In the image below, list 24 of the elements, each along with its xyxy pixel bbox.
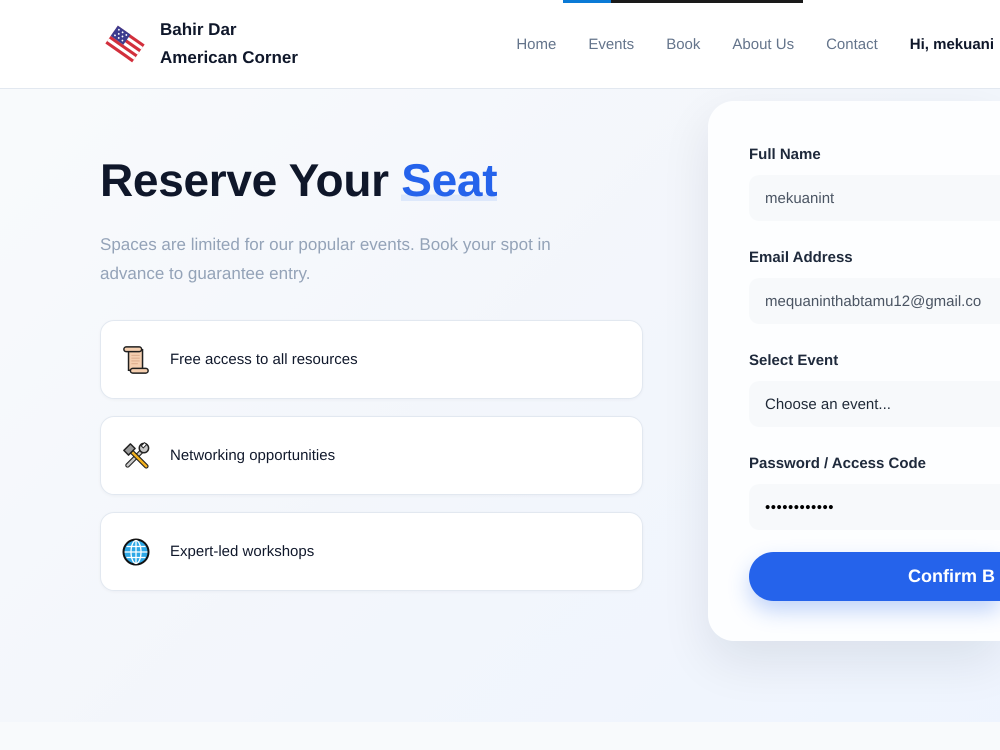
brand-name[interactable]: Bahir Dar American Corner [160,16,310,72]
feature-text: Expert-led workshops [170,543,314,560]
globe-icon [122,538,150,566]
nav-link[interactable]: Contact [826,36,878,52]
nav-link[interactable]: Events [588,36,634,52]
nav-link[interactable]: About Us [732,36,794,52]
field-label: Password / Access Code [749,454,928,474]
password-field[interactable]: •••••••••••• [749,484,1000,530]
page-heading: Reserve Your Seat [100,153,498,208]
text-field[interactable]: mekuanint [749,175,1000,221]
select-field[interactable]: Choose an event... [749,381,1000,427]
feature-text: Networking opportunities [170,447,336,464]
confirm-button[interactable]: Confirm B [749,552,1000,601]
feature-text: Free access to all resources [170,351,358,368]
field-label: Select Event [749,351,840,371]
page-description: Spaces are limited for our popular events. Book your spot in advance to guarantee entry. [100,234,552,285]
nav-link[interactable]: Book [666,36,700,52]
nav-link[interactable]: Home [516,36,556,52]
scroll-icon [122,346,150,374]
field-label: Full Name [749,145,822,165]
email-field[interactable]: mequaninthabtamu12@gmail.co [749,278,1000,324]
hammer-wrench-icon [122,442,150,470]
user-greeting[interactable]: Hi, mekuani [910,36,994,52]
field-label: Email Address [749,248,854,268]
